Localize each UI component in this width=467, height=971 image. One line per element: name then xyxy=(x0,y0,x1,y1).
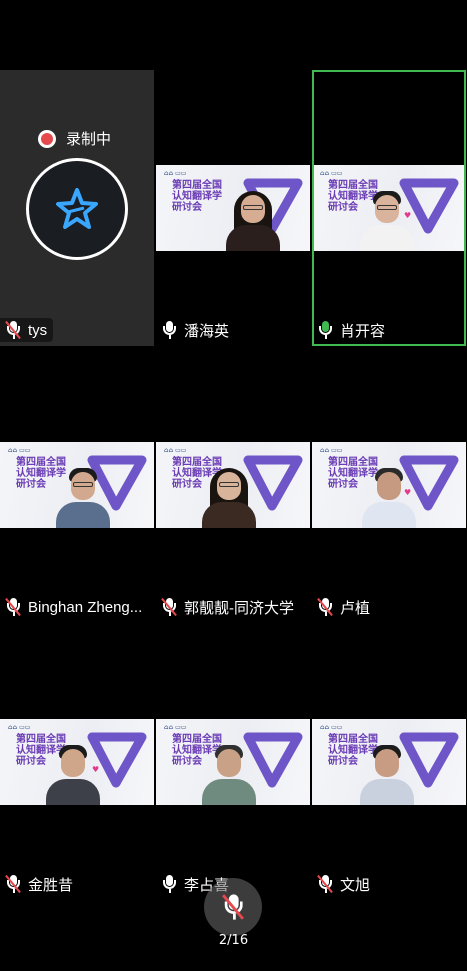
participant-name: 潘海英 xyxy=(184,322,230,340)
video-feed: ⌂⌂ ▭▭ 第四届全国 认知翻译学 研讨会 xyxy=(312,719,466,805)
participant-name: 郭靓靓-同济大学 xyxy=(184,599,294,617)
participant-tile[interactable]: ⌂⌂ ▭▭ 第四届全国 认知翻译学 研讨会 潘海英 xyxy=(156,70,310,346)
participant-tile[interactable]: ⌂⌂ ▭▭ 第四届全国 认知翻译学 研讨会 ♥ 金胜昔 xyxy=(0,624,154,900)
mic-muted-icon xyxy=(222,894,244,920)
participant-tile[interactable]: ⌂⌂ ▭▭ 第四届全国 认知翻译学 研讨会 李占喜 xyxy=(156,624,310,900)
name-bar: 金胜昔 xyxy=(0,872,80,896)
record-icon xyxy=(38,129,56,148)
participant-tile[interactable]: ⌂⌂ ▭▭ 第四届全国 认知翻译学 研讨会 文旭 xyxy=(312,624,466,900)
name-bar: 文旭 xyxy=(312,872,377,896)
participant-name: 卢植 xyxy=(340,599,371,617)
participant-video-person xyxy=(360,189,414,251)
video-feed: ⌂⌂ ▭▭ 第四届全国 认知翻译学 研讨会 ♥ xyxy=(314,165,464,251)
participant-video-person xyxy=(56,466,110,528)
participant-name: Binghan Zheng... xyxy=(28,598,143,616)
self-tile[interactable]: 录制中 tys xyxy=(0,70,154,346)
video-feed: ⌂⌂ ▭▭ 第四届全国 认知翻译学 研讨会 xyxy=(156,165,310,251)
mic-muted-icon xyxy=(161,597,177,617)
university-logo: ⌂⌂ ▭▭ xyxy=(164,724,187,731)
participant-tile-active[interactable]: ⌂⌂ ▭▭ 第四届全国 认知翻译学 研讨会 ♥ 肖开容 xyxy=(312,70,466,346)
name-bar: 郭靓靓-同济大学 xyxy=(156,595,300,619)
university-logo: ⌂⌂ ▭▭ xyxy=(164,447,187,454)
mic-active-icon xyxy=(318,321,332,339)
mic-icon xyxy=(162,321,176,339)
star-logo-icon xyxy=(56,188,98,229)
participant-video-person xyxy=(362,466,416,528)
university-logo: ⌂⌂ ▭▭ xyxy=(8,447,31,454)
mic-muted-icon xyxy=(5,320,21,340)
mic-muted-icon xyxy=(317,874,333,894)
participant-name: 肖开容 xyxy=(340,322,386,340)
participant-video-person xyxy=(202,743,256,805)
video-feed: ⌂⌂ ▭▭ 第四届全国 认知翻译学 研讨会 ♥ xyxy=(312,442,466,528)
mic-muted-icon xyxy=(317,597,333,617)
university-logo: ⌂⌂ ▭▭ xyxy=(320,724,343,731)
university-logo: ⌂⌂ ▭▭ xyxy=(8,724,31,731)
participant-video-person xyxy=(360,743,414,805)
participant-name: 文旭 xyxy=(340,876,371,894)
participant-name: 金胜昔 xyxy=(28,876,74,894)
page-indicator: 2/16 xyxy=(218,933,249,948)
participant-tile[interactable]: ⌂⌂ ▭▭ 第四届全国 认知翻译学 研讨会 郭靓靓-同济大学 xyxy=(156,347,310,623)
participant-tile[interactable]: ⌂⌂ ▭▭ 第四届全国 认知翻译学 研讨会 Binghan Zheng... xyxy=(0,347,154,623)
university-logo: ⌂⌂ ▭▭ xyxy=(164,170,187,177)
participant-video-person xyxy=(202,466,256,528)
recording-indicator: 录制中 xyxy=(38,128,111,149)
university-logo: ⌂⌂ ▭▭ xyxy=(320,447,343,454)
avatar xyxy=(26,158,128,260)
name-bar: 潘海英 xyxy=(156,318,236,342)
name-bar: tys xyxy=(0,318,54,342)
name-bar: 卢植 xyxy=(312,595,377,619)
name-bar: Binghan Zheng... xyxy=(0,595,149,619)
mic-icon xyxy=(162,875,176,893)
mic-muted-icon xyxy=(5,597,21,617)
video-feed: ⌂⌂ ▭▭ 第四届全国 认知翻译学 研讨会 xyxy=(156,442,310,528)
slide-title: 第四届全国 认知翻译学 研讨会 xyxy=(172,180,222,213)
video-feed: ⌂⌂ ▭▭ 第四届全国 认知翻译学 研讨会 xyxy=(0,442,154,528)
participant-tile[interactable]: ⌂⌂ ▭▭ 第四届全国 认知翻译学 研讨会 ♥ 卢植 xyxy=(312,347,466,623)
video-feed: ⌂⌂ ▭▭ 第四届全国 认知翻译学 研讨会 ♥ xyxy=(0,719,154,805)
video-feed: ⌂⌂ ▭▭ 第四届全国 认知翻译学 研讨会 xyxy=(156,719,310,805)
recording-label: 录制中 xyxy=(66,130,112,148)
mic-muted-icon xyxy=(5,874,21,894)
participant-name: tys xyxy=(28,321,48,339)
mute-toggle-button[interactable] xyxy=(204,878,262,936)
name-bar: 肖开容 xyxy=(314,318,392,342)
participant-video-person xyxy=(226,189,280,251)
participant-video-person xyxy=(46,743,100,805)
university-logo: ⌂⌂ ▭▭ xyxy=(320,170,343,177)
